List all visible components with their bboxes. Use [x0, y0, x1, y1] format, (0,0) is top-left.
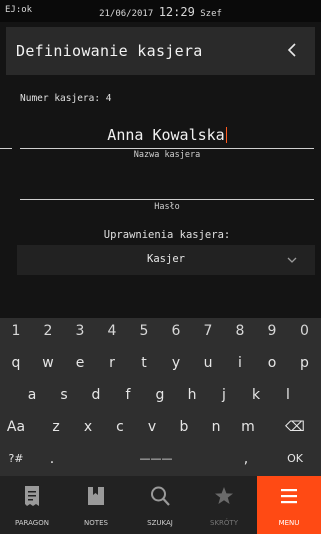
keyboard-row-2: a s d f g h j k l: [0, 382, 321, 408]
nav-item-skroty[interactable]: SKRÓTY: [192, 476, 256, 534]
password-label: Hasło: [154, 202, 180, 212]
status-time: 12:29: [158, 5, 195, 19]
key-x[interactable]: x: [72, 414, 104, 440]
chevron-down-icon: [287, 257, 297, 263]
status-user: Szef: [200, 9, 222, 19]
search-icon: [151, 486, 170, 506]
keyboard-row-4: ?# . ——— , OK: [0, 446, 321, 472]
key-f[interactable]: f: [112, 382, 144, 408]
status-date: 21/06/2017: [99, 9, 154, 19]
permissions-select[interactable]: Kasjer: [17, 245, 315, 275]
keyboard-row-digits: 1 2 3 4 5 6 7 8 9 0: [0, 318, 321, 344]
nav-item-paragon[interactable]: PARAGON: [0, 476, 64, 534]
key-k[interactable]: k: [240, 382, 272, 408]
status-bar: EJ:ok 21/06/2017 12:29 Szef: [0, 0, 321, 22]
nav-label: MENU: [278, 519, 300, 527]
name-input[interactable]: Anna Kowalska: [20, 122, 314, 149]
key-q[interactable]: q: [0, 350, 32, 376]
status-datetime: 21/06/2017 12:29 Szef: [0, 5, 321, 19]
keyboard-row-3: Aa z x c v b n m ⌫: [0, 414, 321, 440]
key-comma[interactable]: ,: [234, 446, 258, 472]
key-p[interactable]: p: [288, 350, 321, 376]
key-t[interactable]: t: [128, 350, 160, 376]
key-8[interactable]: 8: [224, 318, 256, 344]
key-1[interactable]: 1: [0, 318, 32, 344]
key-h[interactable]: h: [176, 382, 208, 408]
cashier-number: Numer kasjera: 4: [20, 93, 112, 104]
backspace-key[interactable]: ⌫: [275, 414, 315, 440]
text-caret: [225, 127, 227, 143]
permissions-label: Uprawnienia kasjera:: [103, 229, 231, 241]
key-y[interactable]: y: [160, 350, 192, 376]
key-s[interactable]: s: [48, 382, 80, 408]
back-button[interactable]: [281, 39, 303, 61]
key-9[interactable]: 9: [256, 318, 288, 344]
shift-key[interactable]: Aa: [0, 414, 32, 440]
key-u[interactable]: u: [192, 350, 224, 376]
key-2[interactable]: 2: [32, 318, 64, 344]
key-c[interactable]: c: [104, 414, 136, 440]
key-4[interactable]: 4: [96, 318, 128, 344]
key-d[interactable]: d: [80, 382, 112, 408]
name-label: Nazwa kasjera: [133, 150, 201, 160]
page-title: Definiowanie kasjera: [16, 42, 203, 60]
on-screen-keyboard: 1 2 3 4 5 6 7 8 9 0 q w e r t y u i o p …: [0, 318, 321, 476]
nav-item-notes[interactable]: NOTES: [64, 476, 128, 534]
key-v[interactable]: v: [136, 414, 168, 440]
space-key[interactable]: ———: [72, 446, 240, 472]
key-r[interactable]: r: [96, 350, 128, 376]
key-period[interactable]: .: [40, 446, 64, 472]
nav-label: PARAGON: [15, 519, 49, 527]
key-w[interactable]: w: [32, 350, 64, 376]
title-bar: Definiowanie kasjera: [6, 27, 315, 75]
key-n[interactable]: n: [200, 414, 232, 440]
key-i[interactable]: i: [224, 350, 256, 376]
keyboard-row-1: q w e r t y u i o p: [0, 350, 321, 376]
guide-line: [0, 148, 12, 149]
chevron-left-icon: [287, 43, 296, 57]
nav-label: NOTES: [84, 519, 108, 527]
key-7[interactable]: 7: [192, 318, 224, 344]
key-e[interactable]: e: [64, 350, 96, 376]
key-b[interactable]: b: [168, 414, 200, 440]
key-a[interactable]: a: [16, 382, 48, 408]
nav-label: SKRÓTY: [210, 519, 238, 527]
password-input[interactable]: [20, 175, 314, 200]
ok-key[interactable]: OK: [275, 446, 315, 472]
key-m[interactable]: m: [232, 414, 264, 440]
star-icon: [215, 487, 233, 504]
key-g[interactable]: g: [144, 382, 176, 408]
key-o[interactable]: o: [256, 350, 288, 376]
nav-label: SZUKAJ: [147, 519, 173, 527]
key-j[interactable]: j: [208, 382, 240, 408]
nav-item-szukaj[interactable]: SZUKAJ: [128, 476, 192, 534]
bottom-nav: PARAGON NOTES SZUKAJ SKRÓTY MENU: [0, 476, 321, 534]
key-3[interactable]: 3: [64, 318, 96, 344]
permissions-value: Kasjer: [147, 253, 185, 265]
key-z[interactable]: z: [40, 414, 72, 440]
key-5[interactable]: 5: [128, 318, 160, 344]
receipt-icon: [25, 486, 39, 506]
nav-item-menu[interactable]: MENU: [257, 476, 321, 534]
name-value: Anna Kowalska: [107, 126, 225, 144]
symbols-key[interactable]: ?#: [0, 446, 32, 472]
key-6[interactable]: 6: [160, 318, 192, 344]
notebook-icon: [88, 487, 104, 505]
key-l[interactable]: l: [272, 382, 304, 408]
key-0[interactable]: 0: [288, 318, 321, 344]
menu-icon: [281, 489, 297, 504]
